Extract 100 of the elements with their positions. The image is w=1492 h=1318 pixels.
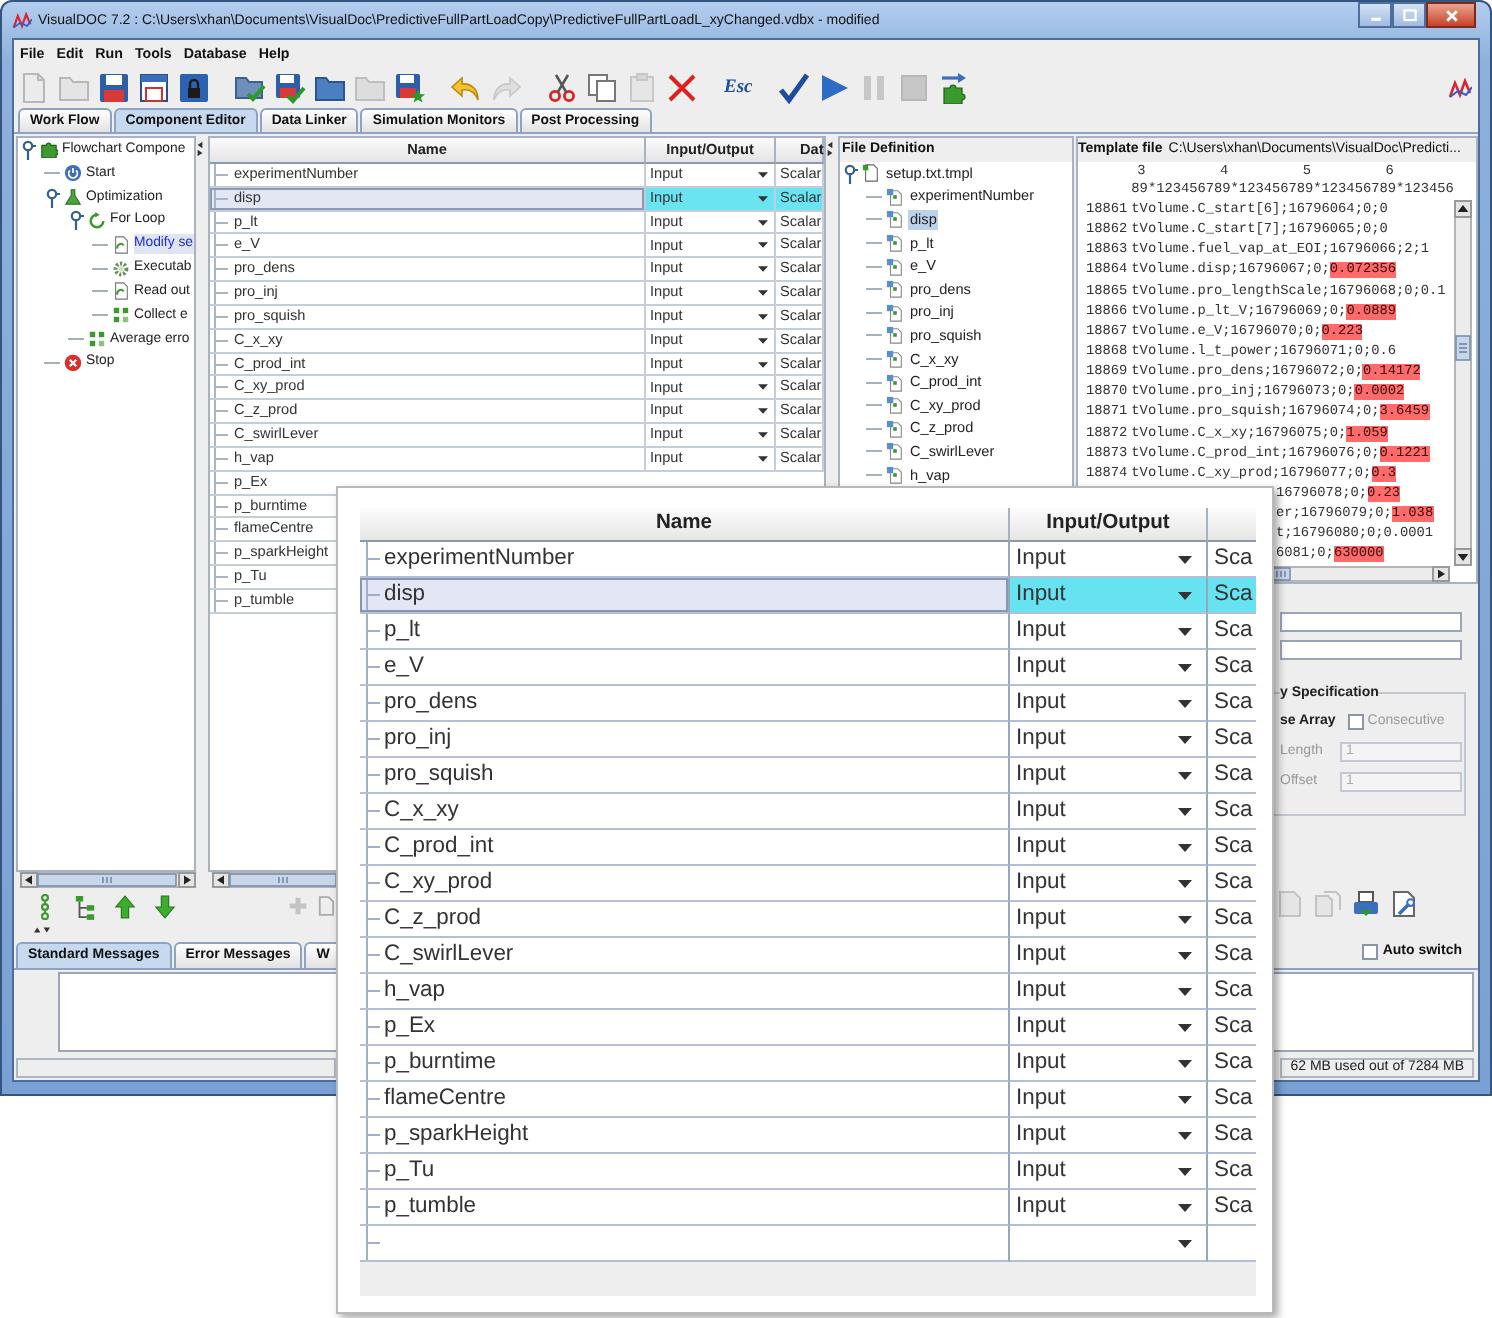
undo-arrow-icon [450,72,482,104]
io-dropdown[interactable]: Input [1010,1082,1208,1118]
dropdown-arrow-icon [758,432,768,439]
io-dropdown[interactable]: Input [1010,1010,1208,1046]
dropdown-arrow-icon [758,266,768,273]
type-cell: Sca [1208,1190,1256,1226]
io-dropdown[interactable]: Input [1010,830,1208,866]
column-header: Name [360,508,1010,542]
io-dropdown[interactable]: Input [1010,902,1208,938]
clipboard-icon [626,72,658,104]
document-icon [886,280,904,299]
io-dropdown[interactable]: Input [1010,686,1208,722]
dropdown-arrow-icon [758,361,768,368]
io-dropdown[interactable]: Input [1010,722,1208,758]
dropdown-arrow-icon [758,408,768,415]
dropdown-arrow-icon [1178,627,1192,635]
name-cell: p_tumble [360,1190,1010,1226]
dropdown-arrow-icon [1178,1023,1192,1031]
floppy-check-icon [274,72,306,104]
tree-structure-icon[interactable] [74,893,96,919]
io-dropdown[interactable]: Input [1010,578,1208,614]
name-cell: C_xy_prod [360,866,1010,902]
document-icon [886,419,904,438]
toolbar-button[interactable] [98,72,130,104]
app-logo-icon [12,11,32,29]
dropdown-arrow-icon [1178,735,1192,743]
input-field[interactable] [1280,640,1462,660]
toolbar-button[interactable] [546,72,578,104]
input-field[interactable] [1280,612,1462,632]
escape-button[interactable]: Esc [722,72,755,104]
name-cell: flameCentre [360,1082,1010,1118]
documents-icon [1314,890,1342,918]
io-dropdown[interactable]: Input [1010,650,1208,686]
expand-handle-icon[interactable] [68,210,84,231]
tool-button[interactable] [1352,890,1380,918]
document-icon [112,235,130,254]
floppy-icon [98,72,130,104]
dropdown-arrow-icon [758,337,768,344]
type-cell: Sca [1208,830,1256,866]
toolbar-button[interactable] [314,72,346,104]
io-dropdown[interactable]: Input [1010,1154,1208,1190]
expand-handle-icon[interactable] [20,139,36,160]
io-dropdown[interactable]: Input [1010,938,1208,974]
toolbar-button[interactable] [778,72,811,104]
puzzle-arrow-icon [938,72,971,104]
vertical-scrollbar[interactable] [1454,200,1472,566]
down-arrow-icon[interactable] [154,893,176,919]
type-cell: Sca [1208,650,1256,686]
document-icon [886,234,904,253]
column-header [1208,508,1256,542]
folder-icon [354,72,386,104]
io-dropdown[interactable]: Input [1010,1046,1208,1082]
name-cell: h_vap [360,974,1010,1010]
io-dropdown[interactable]: Input [1010,794,1208,830]
horizontal-scrollbar[interactable] [212,872,336,888]
dropdown-arrow-icon [1178,1203,1192,1211]
power-icon [64,164,82,183]
expand-handle-icon[interactable] [44,187,60,208]
dropdown-arrow-icon [758,242,768,249]
split-arrows-icon[interactable] [826,140,834,158]
minimize-button[interactable] [1358,2,1392,28]
dropdown-arrow-icon [1178,1059,1192,1067]
io-dropdown[interactable]: Input [1010,614,1208,650]
up-arrow-icon[interactable] [114,893,136,919]
copy-icon [586,72,618,104]
io-dropdown[interactable]: Input [1010,758,1208,794]
split-arrows-icon[interactable] [196,140,204,158]
type-cell: Sca [1208,902,1256,938]
tool-button[interactable] [1390,890,1418,918]
app-logo-icon [1448,77,1472,99]
io-dropdown[interactable]: Input [1010,974,1208,1010]
redo-arrow-icon [490,72,522,104]
circular-arrow-icon [88,211,106,230]
horizontal-scrollbar[interactable] [1272,566,1450,582]
type-cell: Sca [1208,866,1256,902]
expand-handle-icon[interactable] [842,163,858,184]
close-button[interactable] [1426,2,1476,28]
toolbar-button[interactable] [178,72,210,104]
maximize-icon [1401,7,1417,23]
toolbar-button[interactable] [138,72,170,104]
document-icon [886,303,904,322]
type-cell: Sca [1208,1046,1256,1082]
io-dropdown[interactable]: Input [1010,1118,1208,1154]
dropdown-arrow-icon [1178,879,1192,887]
printer-icon [1352,890,1380,918]
stop-icon [64,353,82,372]
puzzle-icon [40,140,58,159]
collapse-arrows-icon[interactable] [32,925,52,933]
document-icon [886,373,904,392]
document-icon [886,257,904,276]
horizontal-scrollbar[interactable] [20,872,196,888]
type-cell: Sca [1208,1010,1256,1046]
name-cell: experimentNumber [360,542,1010,578]
document-icon [886,350,904,369]
toolbar-button[interactable] [274,72,306,104]
maximize-button[interactable] [1392,2,1426,28]
io-dropdown[interactable]: Input [1010,1190,1208,1226]
toolbar-button[interactable] [394,72,426,104]
document-icon [886,442,904,461]
io-dropdown[interactable]: Input [1010,866,1208,902]
